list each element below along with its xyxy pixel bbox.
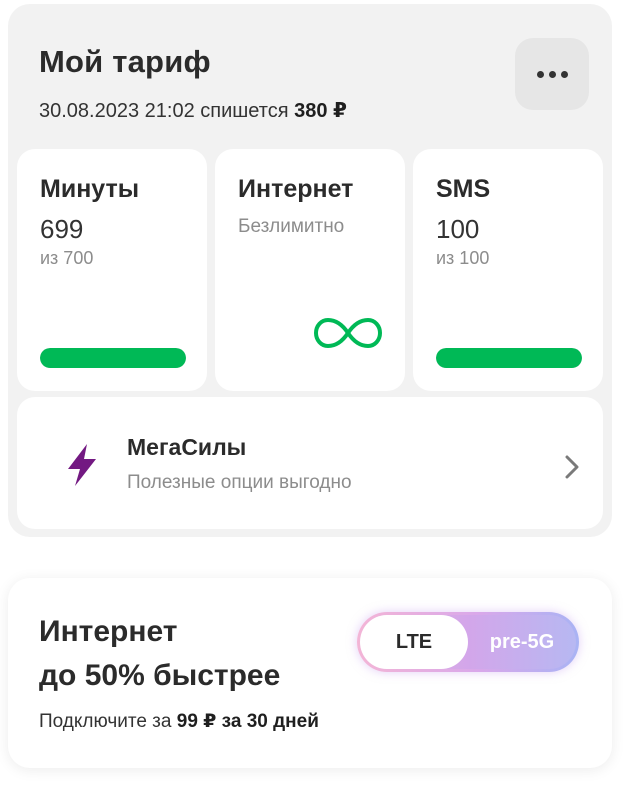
sms-tile[interactable]: SMS 100 из 100 [413,149,603,391]
more-dot-icon [548,70,556,78]
sms-total: из 100 [436,248,490,268]
minutes-title: Минуты [40,175,140,203]
sms-value: 100 [436,214,480,244]
megasily-row[interactable]: МегаСилы Полезные опции выгодно [17,397,603,529]
promo-card[interactable]: Интернет до 50% быстрее Подключите за 99… [8,578,612,768]
internet-unlimited-label: Безлимитно [238,216,345,237]
sms-progress-fill [436,348,582,368]
promo-price: 99 ₽ за 30 дней [176,711,319,732]
network-toggle-track: LTE pre-5G [360,615,576,669]
promo-sub-prefix: Подключите за [39,711,172,732]
internet-tile[interactable]: Интернет Безлимитно [215,149,405,391]
internet-title: Интернет [238,175,354,203]
charge-date-text: 30.08.2023 21:02 спишется [39,100,289,122]
minutes-progress-bar [40,348,186,368]
sms-progress-bar [436,348,582,368]
minutes-progress-fill [40,348,186,368]
promo-title-line2: до 50% быстрее [39,659,281,692]
infinity-icon [314,318,382,348]
lightning-icon [68,444,96,486]
tariff-charge-info: 30.08.2023 21:02 спишется 380 ₽ [39,98,347,123]
minutes-total: из 700 [40,248,94,268]
more-options-button[interactable] [515,38,589,110]
tariff-card: Мой тариф 30.08.2023 21:02 спишется 380 … [8,4,612,537]
promo-title: Интернет до 50% быстрее [39,610,339,698]
charge-amount: 380 ₽ [294,100,347,122]
megasily-title: МегаСилы [127,434,247,460]
megasily-subtitle: Полезные опции выгодно [127,472,352,493]
more-dot-icon [536,70,544,78]
chevron-right-icon [565,455,579,479]
tariff-title: Мой тариф [39,44,211,79]
minutes-tile[interactable]: Минуты 699 из 700 [17,149,207,391]
toggle-option-lte[interactable]: LTE [360,615,468,669]
network-toggle[interactable]: LTE pre-5G [357,612,579,672]
promo-title-line1: Интернет [39,615,178,648]
promo-subtitle: Подключите за 99 ₽ за 30 дней [39,710,319,733]
more-dot-icon [560,70,568,78]
minutes-value: 699 [40,214,84,244]
sms-title: SMS [436,175,491,203]
toggle-option-pre5g[interactable]: pre-5G [468,615,576,669]
